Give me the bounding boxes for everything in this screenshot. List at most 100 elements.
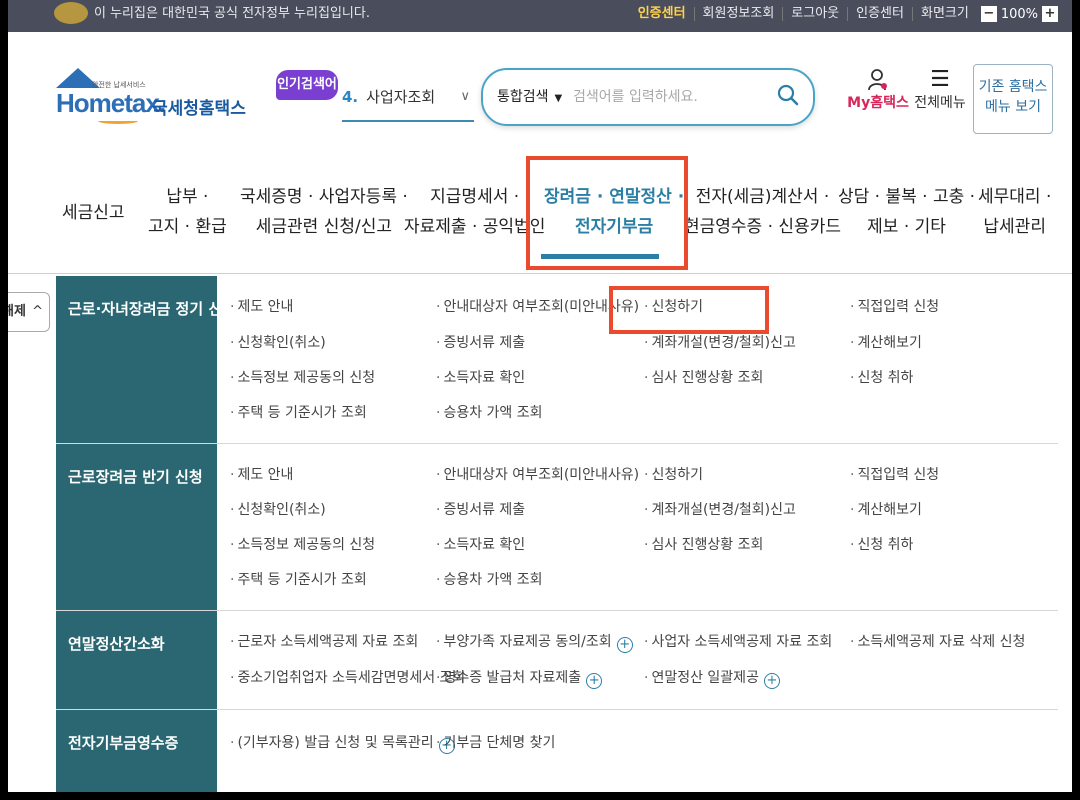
search-input[interactable] xyxy=(573,84,773,110)
submenu-link[interactable]: 근로자 소득세액공제 자료 조회 xyxy=(230,631,418,651)
submenu-link[interactable]: 계산해보기 xyxy=(850,499,921,519)
submenu-link[interactable]: 소득정보 제공동의 신청 xyxy=(230,534,375,554)
section-category[interactable]: 근로·자녀장려금 정기 신청 xyxy=(56,276,236,443)
submenu-link[interactable]: 주택 등 기준시가 조회 xyxy=(230,569,366,589)
zoom-out-button[interactable]: − xyxy=(980,6,997,22)
submenu-link[interactable]: 승용차 가액 조회 xyxy=(436,569,542,589)
submenu-link[interactable]: 승용차 가액 조회 xyxy=(436,402,542,422)
submenu-link[interactable]: 소득자료 확인 xyxy=(436,534,525,554)
submenu-link-label: 영수증 발급처 자료제출 xyxy=(443,670,582,686)
submenu-link[interactable]: 신청 취하 xyxy=(850,534,913,554)
submenu-link[interactable]: 신청 취하 xyxy=(850,367,913,387)
all-menu-button[interactable]: ☰ 전체메뉴 xyxy=(914,68,966,112)
util-link-cert-center[interactable]: 인증센터 xyxy=(848,7,913,21)
plus-circle-icon[interactable]: + xyxy=(616,637,633,653)
zoom-value: 100% xyxy=(1000,6,1038,22)
submenu-link-expandable[interactable]: 부양가족 자료제공 동의/조회+ xyxy=(436,631,633,653)
logo-swoosh-icon xyxy=(98,118,138,124)
section-category[interactable]: 연말정산간소화 xyxy=(56,611,217,709)
category-label: 연말정산간소화 xyxy=(68,635,165,653)
category-label: 근로·자녀장려금 정기 신청 xyxy=(68,300,236,318)
zoom-in-button[interactable]: + xyxy=(1042,6,1058,22)
util-link-member-info[interactable]: 회원정보조회 xyxy=(695,7,784,21)
popular-rank-text: 사업자조회 xyxy=(366,88,436,106)
submenu-link[interactable]: 안내대상자 여부조회(미안내사유) xyxy=(436,464,639,484)
submenu-link[interactable]: 증빙서류 제출 xyxy=(436,499,525,519)
caret-down-icon: ▼ xyxy=(554,93,563,104)
popular-search-tag: 인기검색어 xyxy=(276,70,338,100)
category-label: 전자기부금영수증 xyxy=(68,734,179,752)
submenu-link[interactable]: 소득자료 확인 xyxy=(436,367,525,387)
submenu-link[interactable]: 소득정보 제공동의 신청 xyxy=(230,367,375,387)
user-icon xyxy=(868,69,887,91)
gnb-label-line1: 전자(세금)계산서 · xyxy=(695,187,830,207)
submenu-link[interactable]: 심사 진행상황 조회 xyxy=(644,534,763,554)
gnb-e-invoice[interactable]: 전자(세금)계산서 · 현금영수증 · 신용카드 xyxy=(684,182,841,242)
gnb-label-line2: 세금관련 신청/신고 xyxy=(255,217,393,237)
popular-search-dropdown[interactable]: 4. 사업자조회 ∨ xyxy=(342,82,474,122)
section-category[interactable]: 전자기부금영수증 xyxy=(56,710,217,792)
submenu-link[interactable]: 신청확인(취소) xyxy=(230,499,325,519)
submenu-link[interactable]: 소득세액공제 자료 삭제 신청 xyxy=(850,631,1025,651)
submenu-link-expandable[interactable]: (기부자용) 발급 신청 및 목록관리+ xyxy=(230,732,455,754)
gnb-consultation[interactable]: 상담 · 불복 · 고충 · 제보 · 기타 xyxy=(838,182,975,242)
hamburger-menu-icon: ☰ xyxy=(930,67,950,92)
gnb-payment-statement[interactable]: 지급명세서 · 자료제출 · 공익법인 xyxy=(404,182,545,242)
submenu-link[interactable]: 계산해보기 xyxy=(850,332,921,352)
util-link-cert[interactable]: 인증센터 xyxy=(630,7,695,21)
plus-circle-icon[interactable]: + xyxy=(763,673,780,689)
category-label: 근로장려금 반기 신청 xyxy=(68,468,203,486)
highlight-box-gnb xyxy=(526,156,688,270)
submenu-link-expandable[interactable]: 영수증 발급처 자료제출+ xyxy=(436,667,603,689)
search-scope-select[interactable]: 통합검색 ▼ xyxy=(497,86,562,106)
submenu-link[interactable]: 심사 진행상황 조회 xyxy=(644,367,763,387)
submenu-link[interactable]: 직접입력 신청 xyxy=(850,464,939,484)
submenu-link[interactable]: 기부금 단체명 찾기 xyxy=(436,732,555,752)
submenu-link[interactable]: 신청하기 xyxy=(644,464,703,484)
submenu-link[interactable]: 계좌개설(변경/철회)신고 xyxy=(644,332,795,352)
logo-brand: Hometax. xyxy=(56,88,166,118)
gnb-tax-agent[interactable]: 세무대리 · 납세관리 xyxy=(978,182,1051,242)
submenu-link[interactable]: 주택 등 기준시가 조회 xyxy=(230,402,366,422)
submenu-link[interactable]: 계좌개설(변경/철회)신고 xyxy=(644,499,795,519)
submenu-section: 근로장려금 반기 신청 제도 안내 안내대상자 여부조회(미안내사유) 신청하기… xyxy=(56,444,1058,611)
gnb-payment[interactable]: 납부 · 고지 · 환급 xyxy=(148,182,227,242)
submenu-link[interactable]: 제도 안내 xyxy=(230,464,293,484)
top-utility-bar: 이 누리집은 대한민국 공식 전자정부 누리집입니다. 인증센터 회원정보조회 … xyxy=(8,0,1072,32)
panel-collapse-button[interactable]: 해제 ^ xyxy=(8,292,50,332)
util-link-logout[interactable]: 로그아웃 xyxy=(783,7,849,21)
hometax-logo[interactable]: 안전한 납세서비스 Hometax. 국세청홈택스 xyxy=(56,64,246,124)
submenu-link[interactable]: 직접입력 신청 xyxy=(850,296,939,316)
gnb-certificate[interactable]: 국세증명 · 사업자등록 · 세금관련 신청/신고 xyxy=(240,182,408,242)
my-hometax-button[interactable]: My홈택스 xyxy=(846,68,910,112)
submenu-link[interactable]: 중소기업취업자 소득세감면명세서 조회 xyxy=(230,667,465,687)
gnb-label-line1: 납부 · xyxy=(166,187,209,207)
my-hometax-label: My홈택스 xyxy=(847,95,909,111)
section-category[interactable]: 근로장려금 반기 신청 xyxy=(56,444,217,610)
submenu-section: 연말정산간소화 근로자 소득세액공제 자료 조회 부양가족 자료제공 동의/조회… xyxy=(56,611,1058,710)
gnb-label-line2: 제보 · 기타 xyxy=(867,217,946,237)
browser-viewport: 이 누리집은 대한민국 공식 전자정부 누리집입니다. 인증센터 회원정보조회 … xyxy=(8,0,1072,792)
highlight-box-apply xyxy=(609,286,769,334)
submenu-link[interactable]: 사업자 소득세액공제 자료 조회 xyxy=(644,631,832,651)
gnb-label: 세금신고 xyxy=(62,203,125,223)
logo-korean-name: 국세청홈택스 xyxy=(152,99,246,119)
gnb-label-line2: 자료제출 · 공익법인 xyxy=(404,217,546,237)
old-hometax-menu-button[interactable]: 기존 홈택스 메뉴 보기 xyxy=(973,64,1053,134)
submenu-link[interactable]: 제도 안내 xyxy=(230,296,293,316)
submenu-section: 근로·자녀장려금 정기 신청 제도 안내 안내대상자 여부조회(미안내사유) 신… xyxy=(56,276,1058,444)
submenu-link-label: (기부자용) 발급 신청 및 목록관리 xyxy=(237,735,434,751)
submenu-link[interactable]: 증빙서류 제출 xyxy=(436,332,525,352)
submenu-link-label: 부양가족 자료제공 동의/조회 xyxy=(443,634,612,650)
gnb-label-line2: 고지 · 환급 xyxy=(148,217,227,237)
plus-circle-icon[interactable]: + xyxy=(586,673,603,689)
popular-rank-number: 4. xyxy=(342,88,359,106)
gnb-label-line1: 지급명세서 · xyxy=(430,187,520,207)
util-screen-size-label: 화면크기 xyxy=(920,6,969,21)
search-icon[interactable] xyxy=(777,84,799,106)
gnb-tax-report[interactable]: 세금신고 xyxy=(62,198,125,228)
all-menu-label: 전체메뉴 xyxy=(914,95,966,111)
submenu-link-expandable[interactable]: 연말정산 일괄제공+ xyxy=(644,667,780,689)
submenu-link[interactable]: 신청확인(취소) xyxy=(230,332,325,352)
government-emblem-icon xyxy=(54,2,88,24)
